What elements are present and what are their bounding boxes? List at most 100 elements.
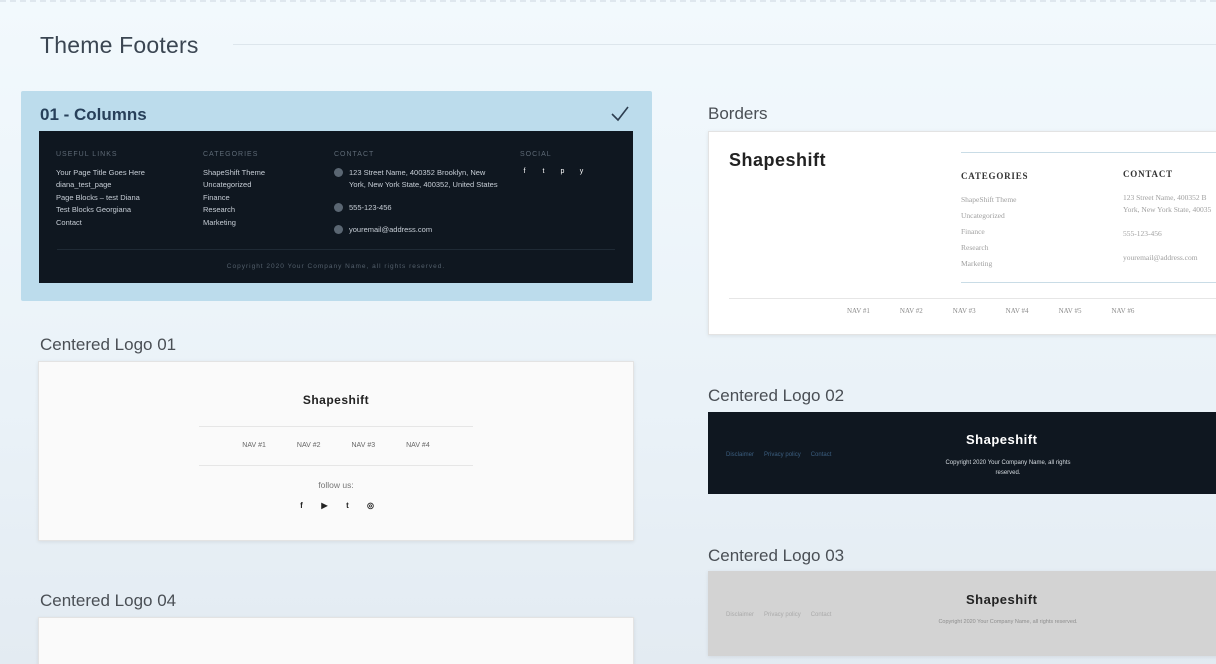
column-heading: SOCIAL xyxy=(520,151,552,158)
footer-option-label: Centered Logo 01 xyxy=(40,335,177,354)
nav-item: NAV #6 xyxy=(1111,307,1135,315)
nav-item: NAV #2 xyxy=(296,442,321,449)
footer-option-centered-logo-03[interactable]: Disclaimer Privacy policy Contact Shapes… xyxy=(708,571,1216,656)
email-text: youremail@address.com xyxy=(1123,253,1198,262)
contact-column: CONTACT 123 Street Name, 400352 Brooklyn… xyxy=(334,149,499,247)
brand-logo: Shapeshift xyxy=(302,393,370,407)
list-item: Your Page Title Goes Here xyxy=(56,167,145,177)
useful-links-column: USEFUL LINKS Your Page Title Goes Here d… xyxy=(56,149,145,229)
list-item: Test Blocks Georgiana xyxy=(56,205,132,214)
address-text-2: York, New York State, 40035 xyxy=(1123,205,1212,214)
column-heading: USEFUL LINKS xyxy=(56,151,118,158)
list-item: Marketing xyxy=(961,259,993,268)
footer-option-label: Centered Logo 03 xyxy=(708,546,845,565)
facebook-icon: f xyxy=(523,167,526,175)
nav-item: NAV #4 xyxy=(406,442,430,449)
list-item: Uncategorized xyxy=(961,211,1005,220)
nav-item: NAV #5 xyxy=(1058,307,1082,315)
nav-item: NAV #1 xyxy=(847,307,870,315)
phone-text: 555-123-456 xyxy=(349,202,392,212)
copyright-text: Copyright 2020 Your Company Name, all ri… xyxy=(226,263,446,270)
top-dashed-border xyxy=(0,0,1216,2)
categories-column: CATEGORIES ShapeShift Theme Uncategorize… xyxy=(203,149,265,229)
footer-divider xyxy=(57,249,615,250)
nav-item: NAV #3 xyxy=(952,307,976,315)
footer-links: Disclaimer Privacy policy Contact xyxy=(726,612,831,618)
copyright-text: Copyright 2020 Your Company Name, all ri… xyxy=(938,619,1078,625)
list-item: Research xyxy=(961,243,989,252)
list-item: Contact xyxy=(56,217,82,227)
contact-phone: 555-123-456 xyxy=(334,202,499,215)
columns-footer-preview: USEFUL LINKS Your Page Title Goes Here d… xyxy=(39,131,633,283)
location-icon xyxy=(334,167,343,177)
footer-option-centered-logo-04[interactable] xyxy=(38,617,634,664)
phone-icon xyxy=(334,202,343,212)
link-item: Disclaimer xyxy=(726,612,755,618)
page-title: Theme Footers xyxy=(40,32,199,58)
list-item: Finance xyxy=(961,227,985,236)
social-icons: f ▶ t ◎ xyxy=(39,501,633,510)
column-heading: CONTACT xyxy=(334,151,375,158)
link-item: Privacy policy xyxy=(764,612,801,618)
twitter-icon: t xyxy=(346,501,349,510)
footer-option-centered-logo-02[interactable]: Disclaimer Privacy policy Contact Shapes… xyxy=(708,412,1216,494)
link-item: Disclaimer xyxy=(726,452,755,458)
email-icon xyxy=(334,225,343,234)
footer-option-label: 01 - Columns xyxy=(40,105,147,124)
list-item: Uncategorized xyxy=(203,180,252,189)
border-line xyxy=(729,298,1216,299)
footer-option-label: Centered Logo 02 xyxy=(708,386,845,405)
twitter-icon: t xyxy=(542,167,545,175)
nav-item: NAV #2 xyxy=(899,307,923,315)
address-text: 123 Street Name, 400352 B xyxy=(1123,193,1207,202)
nav-item: NAV #3 xyxy=(351,442,376,449)
youtube-icon: ▶ xyxy=(321,501,328,510)
categories-column: CATEGORIES ShapeShift Theme Uncategorize… xyxy=(961,168,1028,272)
title-divider xyxy=(233,44,1216,45)
list-item: ShapeShift Theme xyxy=(203,167,265,177)
footer-option-borders[interactable]: Shapeshift CATEGORIES ShapeShift Theme U… xyxy=(708,131,1216,335)
brand-logo: Shapeshift xyxy=(966,432,1038,447)
list-item: Page Blocks – test Diana xyxy=(56,192,140,202)
column-heading: CATEGORIES xyxy=(203,151,259,158)
footer-option-centered-logo-01[interactable]: Shapeshift NAV #1 NAV #2 NAV #3 NAV #4 f… xyxy=(38,361,634,541)
footer-nav: NAV #1 NAV #2 NAV #3 NAV #4 xyxy=(39,442,633,449)
border-line xyxy=(961,282,1216,283)
instagram-icon: ◎ xyxy=(367,501,374,510)
footer-nav: NAV #1 NAV #2 NAV #3 NAV #4 NAV #5 NAV #… xyxy=(847,307,1134,315)
divider xyxy=(199,465,473,466)
divider xyxy=(199,426,473,427)
address-text: 123 Street Name, 400352 Brooklyn, New Yo… xyxy=(349,167,498,190)
checkmark-icon xyxy=(611,106,629,122)
footer-option-label: Centered Logo 04 xyxy=(40,591,177,610)
social-column: SOCIAL f t p y xyxy=(520,149,586,176)
follow-us-text: follow us: xyxy=(318,480,354,490)
copyright-text: Copyright 2020 Your Company Name, all ri… xyxy=(945,460,1071,476)
brand-logo: Shapeshift xyxy=(966,592,1038,607)
list-item: diana_test_page xyxy=(56,180,112,189)
nav-item: NAV #1 xyxy=(242,442,266,449)
email-text: youremail@address.com xyxy=(349,225,433,234)
link-item: Privacy policy xyxy=(764,452,801,458)
link-item: Contact xyxy=(810,612,832,618)
youtube-icon: y xyxy=(579,167,584,175)
list-item: ShapeShift Theme xyxy=(961,195,1017,204)
border-line xyxy=(961,152,1216,153)
column-heading: CONTACT xyxy=(1123,169,1173,179)
contact-column: CONTACT 123 Street Name, 400352 B York, … xyxy=(1123,168,1211,264)
brand-logo: Shapeshift xyxy=(729,150,827,170)
column-heading: CATEGORIES xyxy=(961,171,1029,181)
contact-email: youremail@address.com xyxy=(334,224,499,237)
nav-item: NAV #4 xyxy=(1005,307,1029,315)
footer-links: Disclaimer Privacy policy Contact xyxy=(726,452,831,458)
link-item: Contact xyxy=(810,452,832,458)
list-item: Marketing xyxy=(203,217,236,227)
pinterest-icon: p xyxy=(560,167,565,175)
footer-option-columns[interactable]: 01 - Columns USEFUL LINKS Your Page Titl… xyxy=(21,91,652,301)
phone-text: 555-123-456 xyxy=(1123,229,1162,238)
list-item: Research xyxy=(203,205,236,214)
list-item: Finance xyxy=(203,192,230,202)
contact-address: 123 Street Name, 400352 Brooklyn, New Yo… xyxy=(334,167,499,192)
facebook-icon: f xyxy=(300,501,303,510)
footer-option-label: Borders xyxy=(708,104,768,123)
